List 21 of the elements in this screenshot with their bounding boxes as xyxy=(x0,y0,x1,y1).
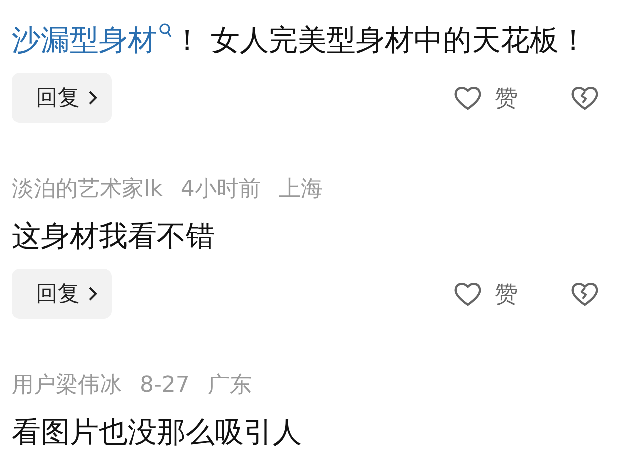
reply-button[interactable]: 回复 xyxy=(12,269,112,319)
comment-time: 4小时前 xyxy=(180,176,261,204)
heart-icon xyxy=(453,85,483,111)
broken-heart-icon xyxy=(570,281,600,307)
heart-icon xyxy=(453,281,483,307)
like-button[interactable]: 赞 xyxy=(453,82,518,114)
comment-text: 这身材我看不错 xyxy=(12,218,216,255)
comment-location: 上海 xyxy=(278,176,323,204)
dislike-button[interactable] xyxy=(570,281,600,307)
reply-button[interactable]: 回复 xyxy=(12,73,112,123)
comment-time: 8-27 xyxy=(140,372,190,398)
comment-text: 沙漏型身材 ！ 女人完美型身材中的天花板！ xyxy=(12,22,590,59)
dislike-button[interactable] xyxy=(570,85,600,111)
search-icon xyxy=(159,23,173,40)
broken-heart-icon xyxy=(570,85,600,111)
topic-link[interactable]: 沙漏型身材 xyxy=(12,23,173,57)
chevron-icon xyxy=(88,286,98,302)
like-button[interactable]: 赞 xyxy=(453,278,518,310)
chevron-icon xyxy=(88,90,98,106)
comment-location: 广东 xyxy=(208,372,252,400)
comment-text: 看图片也没那么吸引人 xyxy=(12,414,303,451)
